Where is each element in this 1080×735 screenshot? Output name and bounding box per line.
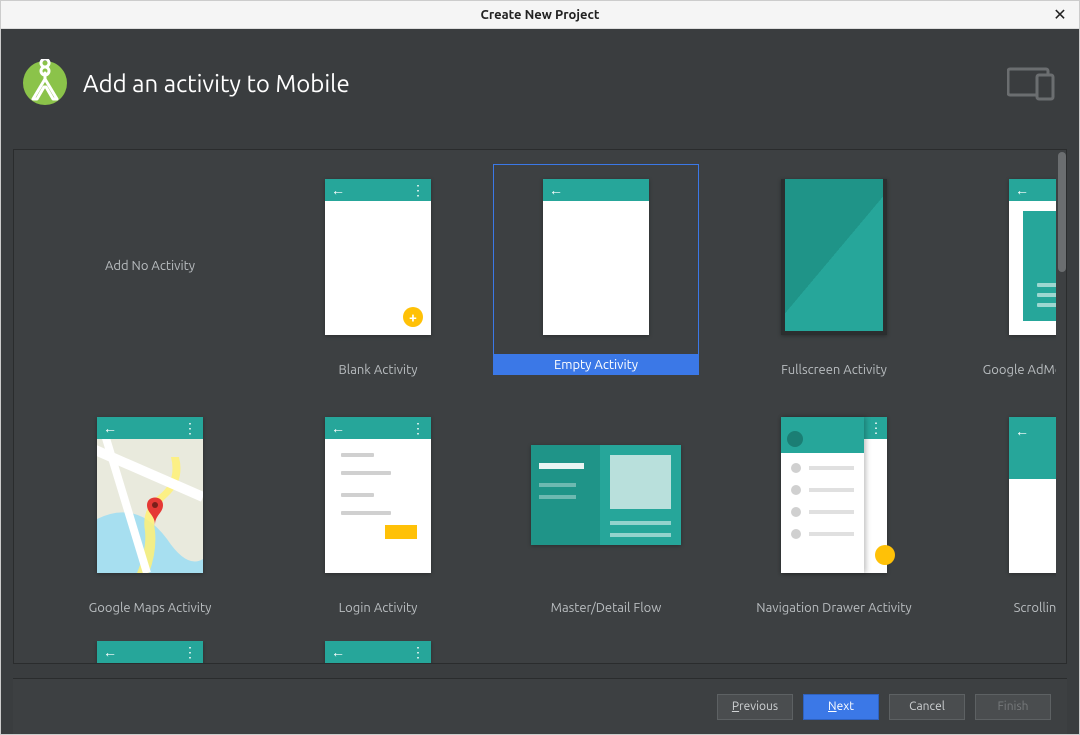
page-title: Add an activity to Mobile bbox=[83, 70, 350, 97]
template-blank-activity[interactable]: ← ⋮ + Blank Activity bbox=[288, 164, 468, 380]
template-add-no-activity[interactable]: Add No Activity bbox=[60, 164, 240, 380]
template-label: Master/Detail Flow bbox=[516, 598, 696, 618]
wizard-body: Add No Activity ← ⋮ + bbox=[1, 137, 1079, 734]
fab-icon bbox=[875, 545, 895, 565]
template-login-activity[interactable]: ← ⋮ bbox=[288, 402, 468, 618]
template-row3-b[interactable]: ← ⋮ bbox=[288, 640, 468, 663]
window-title: Create New Project bbox=[481, 8, 600, 22]
dialog-window: Create New Project ✕ Add an activity to … bbox=[0, 0, 1080, 735]
template-google-maps-activity[interactable]: ← ⋮ bbox=[60, 402, 240, 618]
scrollbar-thumb[interactable] bbox=[1058, 152, 1066, 272]
gallery-scrollbar[interactable] bbox=[1056, 150, 1066, 663]
overflow-icon: ⋮ bbox=[183, 645, 197, 659]
next-button[interactable]: Next bbox=[803, 694, 879, 720]
overflow-icon: ⋮ bbox=[411, 183, 425, 197]
close-icon[interactable]: ✕ bbox=[1051, 5, 1069, 23]
template-label: Fullscreen Activity bbox=[744, 360, 924, 380]
back-arrow-icon: ← bbox=[1015, 423, 1029, 439]
android-studio-logo bbox=[21, 59, 69, 107]
titlebar: Create New Project ✕ bbox=[1, 1, 1079, 29]
back-arrow-icon: ← bbox=[791, 185, 805, 201]
expand-icon bbox=[863, 183, 877, 197]
template-scrolling-activity[interactable]: ← ⋮ ★ Scrolling Activity bbox=[972, 402, 1056, 618]
previous-button[interactable]: Previous bbox=[717, 694, 793, 720]
overflow-icon: ⋮ bbox=[411, 421, 425, 435]
template-fullscreen-activity[interactable]: ← Fullscreen Activity bbox=[744, 164, 924, 380]
template-label: Login Activity bbox=[288, 598, 468, 618]
back-arrow-icon: ← bbox=[549, 183, 563, 197]
back-arrow-icon: ← bbox=[103, 645, 117, 659]
template-master-detail-flow[interactable]: Master/Detail Flow bbox=[516, 402, 696, 618]
template-empty-activity[interactable]: ← Empty Activity bbox=[493, 164, 699, 380]
wizard-header: Add an activity to Mobile bbox=[1, 29, 1079, 137]
template-label: Empty Activity bbox=[493, 355, 699, 375]
template-label: Google Maps Activity bbox=[60, 598, 240, 618]
template-label: Scrolling Activity bbox=[972, 598, 1056, 618]
template-label: Add No Activity bbox=[70, 179, 230, 353]
template-label: Google AdMob Ads Activity bbox=[972, 360, 1056, 380]
cancel-button[interactable]: Cancel bbox=[889, 694, 965, 720]
template-label: Blank Activity bbox=[288, 360, 468, 380]
back-arrow-icon: ← bbox=[103, 421, 117, 435]
nav-dots bbox=[785, 322, 883, 328]
template-gallery: Add No Activity ← ⋮ + bbox=[13, 149, 1067, 664]
overflow-icon: ⋮ bbox=[411, 645, 425, 659]
login-submit-icon bbox=[385, 525, 417, 539]
overflow-icon: ⋮ bbox=[183, 421, 197, 435]
wizard-footer: Previous Next Cancel Finish bbox=[13, 678, 1067, 734]
template-navigation-drawer-activity[interactable]: ⋮ bbox=[744, 402, 924, 618]
back-arrow-icon: ← bbox=[331, 645, 345, 659]
template-gallery-viewport[interactable]: Add No Activity ← ⋮ + bbox=[14, 150, 1056, 663]
template-label: Navigation Drawer Activity bbox=[744, 598, 924, 618]
back-arrow-icon: ← bbox=[331, 183, 345, 197]
template-admob-activity[interactable]: ← ⋮ Ad bbox=[972, 164, 1056, 380]
back-arrow-icon: ← bbox=[331, 421, 345, 435]
template-row3-a[interactable]: ← ⋮ bbox=[60, 640, 240, 663]
form-factor-icon bbox=[1007, 65, 1057, 101]
avatar-icon bbox=[787, 431, 803, 447]
back-arrow-icon: ← bbox=[1015, 183, 1029, 197]
fab-plus-icon: + bbox=[403, 307, 423, 327]
overflow-icon: ⋮ bbox=[869, 420, 883, 437]
finish-button: Finish bbox=[975, 694, 1051, 720]
